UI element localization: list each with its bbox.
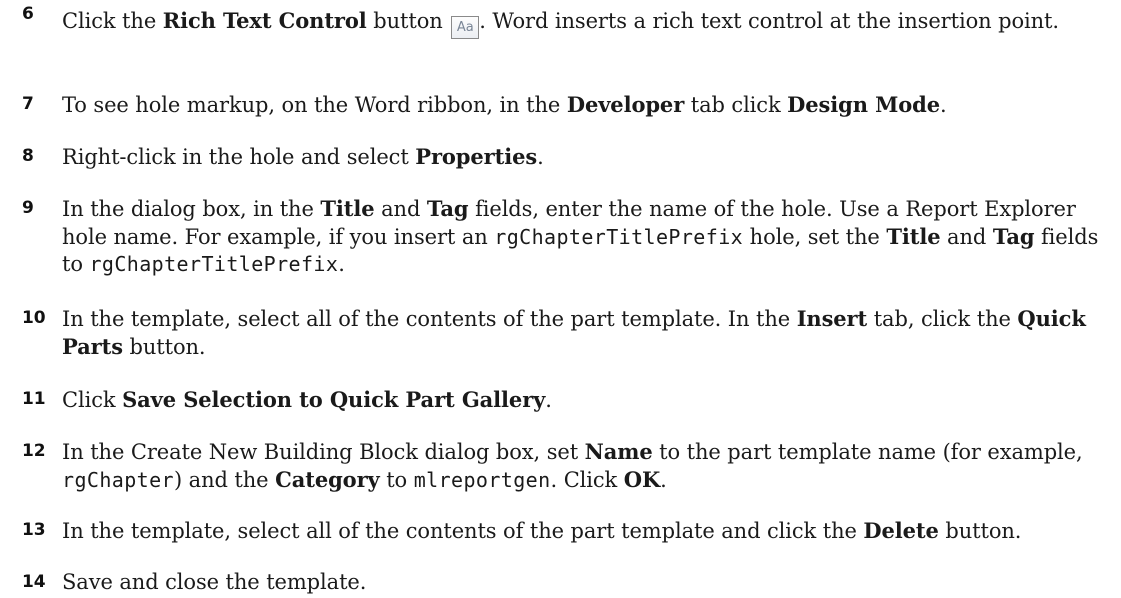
text-run: Right-click in the hole and select (62, 145, 416, 169)
text-run: . (338, 252, 345, 276)
step-number: 12 (22, 441, 46, 461)
text-run: . Word inserts a rich text control at th… (479, 9, 1059, 33)
text-run: ) and the (173, 468, 276, 492)
step-number: 9 (22, 198, 34, 218)
ui-term: Design Mode (787, 92, 941, 117)
step-11: 11 Click Save Selection to Quick Part Ga… (22, 386, 1112, 414)
code-term: rgChapterTitlePrefix (494, 225, 744, 249)
step-text: In the dialog box, in the Title and Tag … (62, 196, 1098, 276)
step-8: 8 Right-click in the hole and select Pro… (22, 143, 1112, 171)
code-term: mlreportgen (413, 468, 551, 492)
step-text: To see hole markup, on the Word ribbon, … (62, 92, 947, 117)
text-run: In the template, select all of the conte… (62, 519, 864, 543)
text-run: tab, click the (867, 307, 1018, 331)
step-text: Right-click in the hole and select Prope… (62, 144, 544, 169)
ui-term: Name (584, 439, 653, 464)
text-run: In the dialog box, in the (62, 197, 321, 221)
text-run: tab click (684, 93, 788, 117)
code-term: rgChapter (62, 468, 174, 492)
ui-term: Tag (426, 196, 469, 221)
text-run: To see hole markup, on the Word ribbon, … (62, 93, 567, 117)
ui-term: Category (275, 467, 380, 492)
text-run: to (379, 468, 414, 492)
text-run: button (366, 9, 450, 33)
step-number: 7 (22, 94, 34, 114)
rich-text-control-icon: Aa (451, 16, 480, 39)
ui-term: Title (320, 196, 375, 221)
text-run: . (545, 388, 552, 412)
ui-term: Developer (566, 92, 685, 117)
ui-term: Title (886, 224, 941, 249)
ui-term: OK (623, 467, 661, 492)
text-run: and (374, 197, 427, 221)
step-number: 13 (22, 520, 46, 540)
step-13: 13 In the template, select all of the co… (22, 517, 1112, 545)
step-10: 10 In the template, select all of the co… (22, 305, 1112, 361)
ui-term: Delete (863, 518, 939, 543)
step-text: Click the Rich Text Control button Aa. W… (62, 8, 1059, 39)
text-run: . (537, 145, 544, 169)
ui-term: Rich Text Control (162, 8, 367, 33)
step-14: 14 Save and close the template. (22, 569, 1112, 596)
step-6: 6 Click the Rich Text Control button Aa.… (22, 4, 1112, 39)
text-run: to the part template name (for example, (652, 440, 1083, 464)
text-run: In the Create New Building Block dialog … (62, 440, 585, 464)
code-term: rgChapterTitlePrefix (89, 252, 339, 276)
step-number: 11 (22, 389, 46, 409)
step-text: In the template, select all of the conte… (62, 306, 1086, 359)
text-run: . (940, 93, 947, 117)
step-number: 6 (22, 4, 34, 24)
step-text: Save and close the template. (62, 570, 366, 594)
text-run: In the template, select all of the conte… (62, 307, 797, 331)
step-number: 8 (22, 146, 34, 166)
text-run: hole, set the (743, 225, 887, 249)
step-text: In the template, select all of the conte… (62, 518, 1022, 543)
step-number: 10 (22, 308, 46, 328)
text-run: Click (62, 388, 123, 412)
ui-term: Save Selection to Quick Part Gallery (122, 387, 546, 412)
step-text: Click Save Selection to Quick Part Galle… (62, 387, 552, 412)
ui-term: Properties (415, 144, 538, 169)
text-run: Save and close the template. (62, 570, 367, 594)
step-9: 9 In the dialog box, in the Title and Ta… (22, 195, 1112, 278)
ui-term: Insert (796, 306, 868, 331)
ui-term: Tag (992, 224, 1035, 249)
text-run: Click the (62, 9, 163, 33)
text-run: . (660, 468, 667, 492)
step-7: 7 To see hole markup, on the Word ribbon… (22, 91, 1112, 119)
step-number: 14 (22, 572, 46, 592)
text-run: . Click (550, 468, 624, 492)
text-run: button. (122, 335, 206, 359)
step-text: In the Create New Building Block dialog … (62, 439, 1083, 492)
step-12: 12 In the Create New Building Block dial… (22, 438, 1112, 494)
text-run: and (940, 225, 993, 249)
text-run: button. (938, 519, 1022, 543)
